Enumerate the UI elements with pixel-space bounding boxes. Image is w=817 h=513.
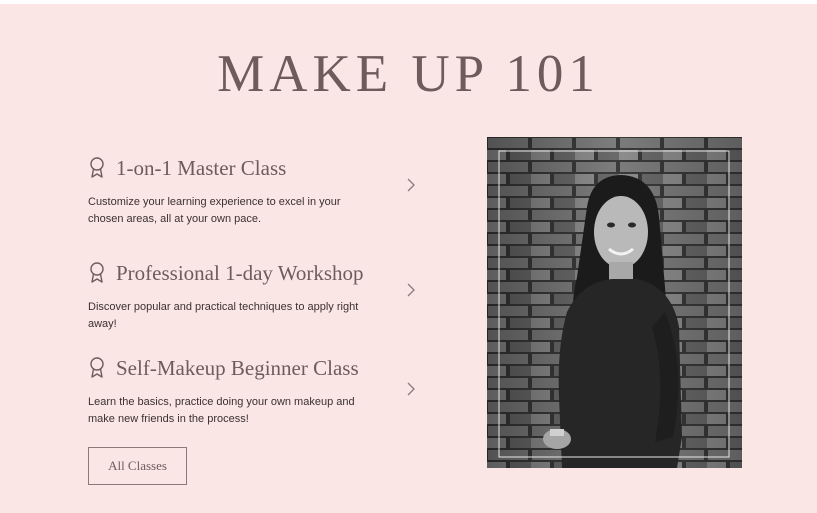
- class-name: 1-on-1 Master Class: [116, 155, 287, 180]
- chevron-right-icon[interactable]: [406, 178, 416, 192]
- class-name: Self-Makeup Beginner Class: [116, 355, 359, 380]
- class-description: Customize your learning experience to ex…: [88, 196, 341, 225]
- class-heading: Self-Makeup Beginner Class: [88, 354, 359, 382]
- chevron-right-icon[interactable]: [406, 382, 416, 396]
- award-ribbon-icon: [90, 262, 104, 283]
- class-item-master-class[interactable]: 1-on-1 Master Class Customize your learn…: [88, 154, 428, 234]
- chevron-right-icon[interactable]: [406, 283, 416, 297]
- page-section: MAKE UP 101 1-on-1 Master Class Customiz…: [0, 4, 817, 513]
- class-item-beginner-class[interactable]: Self-Makeup Beginner Class Learn the bas…: [88, 354, 428, 434]
- award-ribbon-icon: [90, 357, 104, 378]
- page-title: MAKE UP 101: [217, 45, 600, 103]
- class-heading: 1-on-1 Master Class: [88, 154, 286, 182]
- class-heading: Professional 1-day Workshop: [88, 259, 364, 287]
- class-name: Professional 1-day Workshop: [116, 260, 364, 285]
- class-description: Learn the basics, practice doing your ow…: [88, 396, 355, 425]
- all-classes-button[interactable]: All Classes: [88, 447, 187, 485]
- class-description: Discover popular and practical technique…: [88, 301, 359, 330]
- award-ribbon-icon: [90, 157, 104, 178]
- instructor-photo: [487, 137, 742, 468]
- class-item-workshop[interactable]: Professional 1-day Workshop Discover pop…: [88, 259, 428, 339]
